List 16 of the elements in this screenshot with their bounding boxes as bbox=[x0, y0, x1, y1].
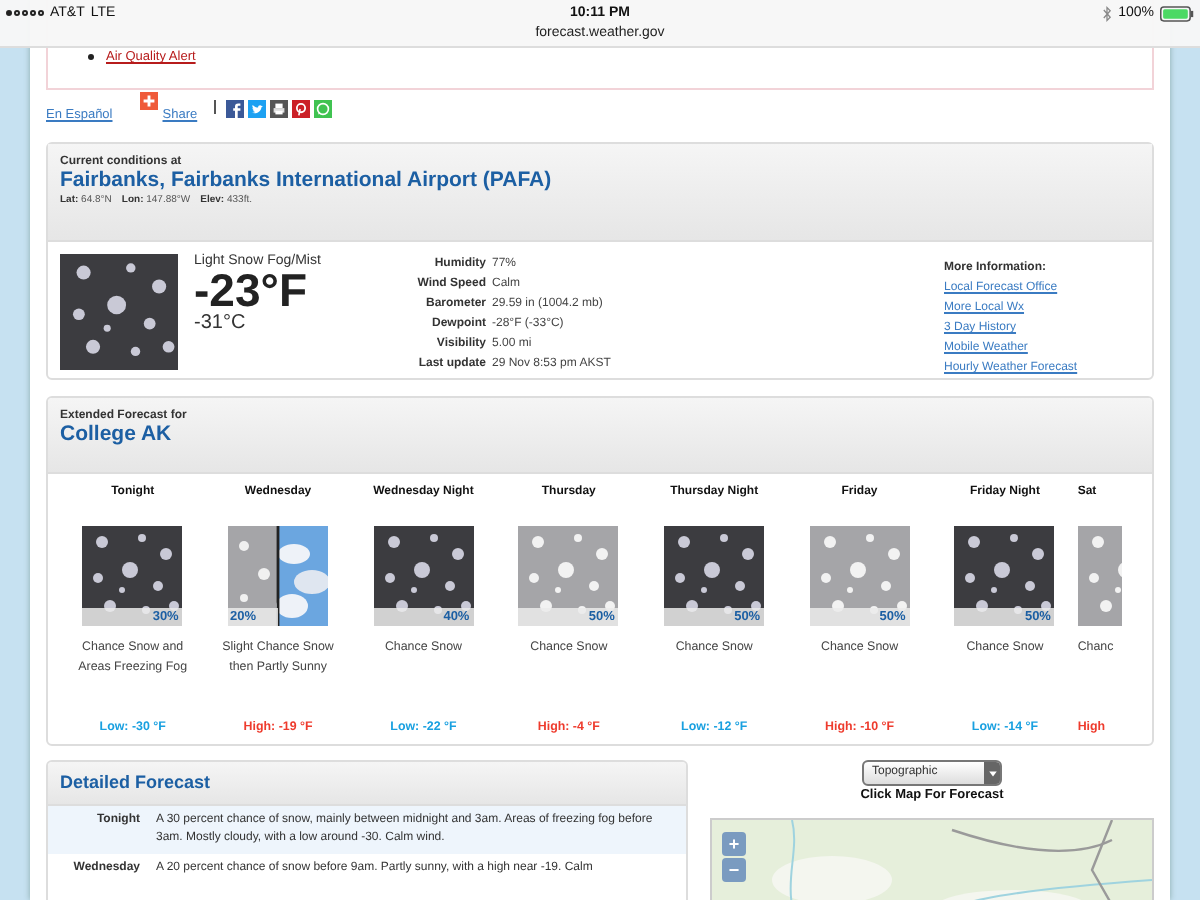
add-icon[interactable] bbox=[140, 91, 159, 109]
place-name: College AK bbox=[60, 422, 174, 448]
pinterest-icon[interactable] bbox=[291, 100, 310, 118]
zoom-in-button[interactable]: + bbox=[722, 832, 746, 856]
panel-title: Detailed Forecast bbox=[48, 762, 686, 806]
print-icon[interactable] bbox=[269, 100, 288, 118]
station-name: Fairbanks, Fairbanks International Airport (PAFA) bbox=[60, 168, 554, 194]
facebook-icon[interactable] bbox=[225, 100, 244, 118]
battery-icon bbox=[1160, 5, 1194, 21]
zoom-out-button[interactable]: − bbox=[722, 858, 746, 882]
bullet-icon bbox=[88, 54, 94, 60]
caret-icon bbox=[984, 762, 1000, 784]
signal-icon bbox=[6, 10, 44, 16]
temperature-celsius: -31°C bbox=[194, 312, 248, 334]
bluetooth-icon bbox=[1102, 5, 1113, 21]
temperature-fahrenheit: -23°F bbox=[194, 268, 307, 312]
